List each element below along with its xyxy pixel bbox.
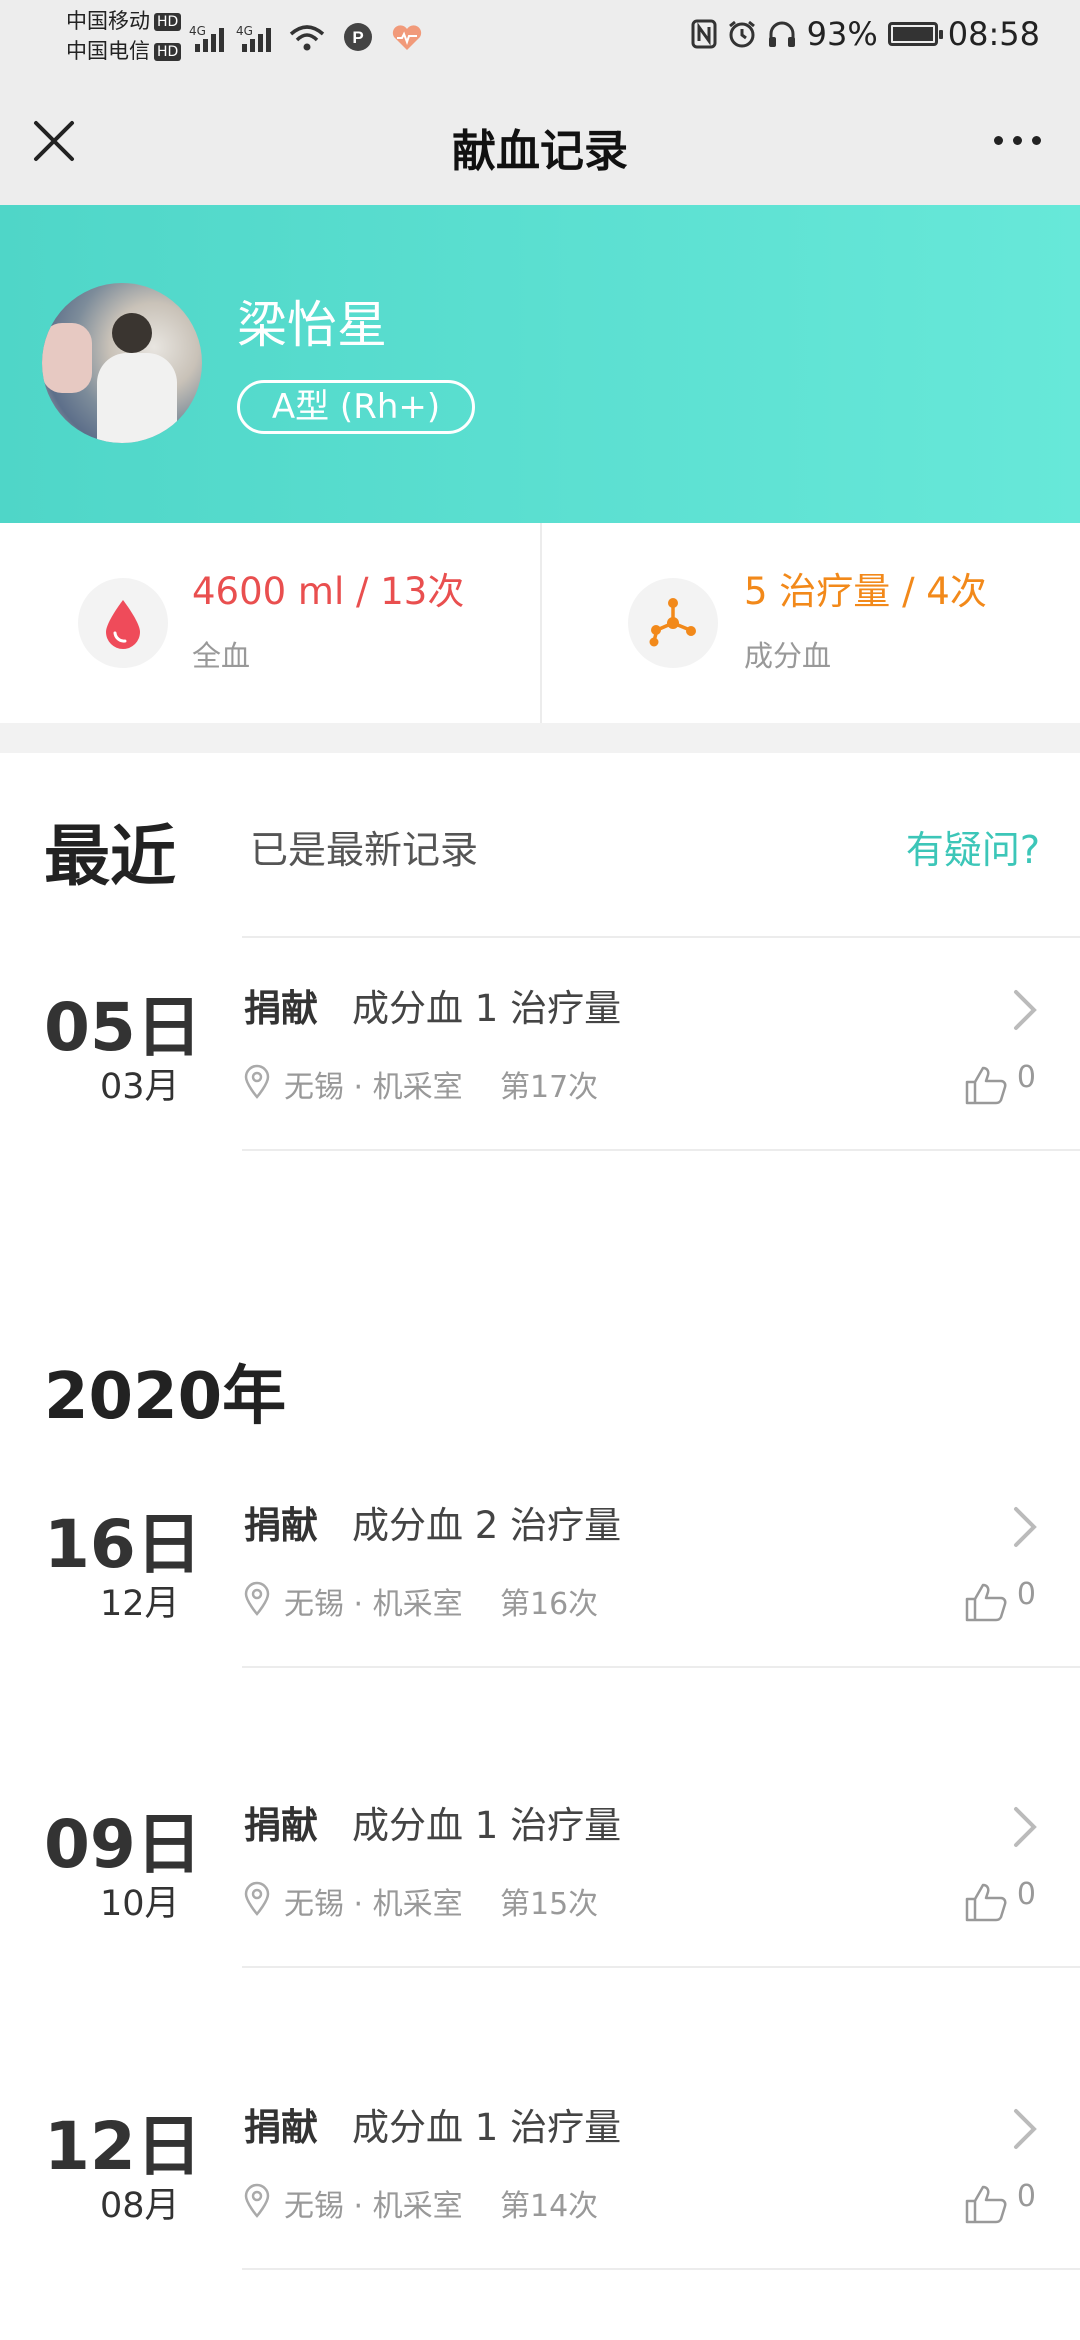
record-description: 成分血 1 治疗量	[352, 987, 622, 1030]
record-action: 捐献	[244, 987, 318, 1030]
svg-text:P: P	[352, 28, 363, 47]
carrier-2: 中国电信	[66, 39, 150, 63]
component-blood-label: 成分血	[744, 639, 832, 673]
like-count: 0	[1016, 1060, 1036, 1095]
heart-rate-icon	[392, 25, 422, 50]
thumbs-up-icon[interactable]	[964, 1581, 1008, 1623]
record-location: 无锡 · 机采室	[284, 1887, 463, 1922]
donation-record[interactable]: 09日 10月 捐献 成分血 1 治疗量 无锡 · 机采室 第15次 0	[0, 1753, 1080, 1968]
thumbs-up-icon[interactable]	[964, 1064, 1008, 1106]
carrier-1: 中国移动	[66, 9, 150, 33]
hd-badge: HD	[154, 43, 182, 61]
recent-header: 最近 已是最新记录 有疑问?	[0, 753, 1080, 933]
record-day: 12日	[44, 2108, 202, 2185]
location-pin-icon	[244, 1581, 270, 1616]
component-blood-value: 5 治疗量 / 4次	[744, 570, 987, 613]
record-day: 05日	[44, 989, 202, 1066]
recent-subtitle: 已是最新记录	[250, 828, 479, 872]
component-blood-stat[interactable]: 5 治疗量 / 4次 成分血	[540, 523, 1080, 723]
record-count: 第16次	[500, 1587, 599, 1622]
record-location: 无锡 · 机采室	[284, 1070, 463, 1105]
record-count: 第17次	[500, 1070, 599, 1105]
record-month: 03月	[100, 1067, 180, 1107]
chevron-right-icon	[1014, 990, 1037, 1030]
location-pin-icon	[244, 2183, 270, 2218]
record-month: 08月	[100, 2186, 180, 2226]
blood-drop-icon	[78, 578, 168, 668]
battery-icon	[887, 22, 943, 46]
section-divider	[0, 723, 1080, 753]
record-description: 成分血 1 治疗量	[352, 1804, 622, 1847]
record-day: 16日	[44, 1506, 202, 1583]
donation-record[interactable]: 16日 12月 捐献 成分血 2 治疗量 无锡 · 机采室 第16次 0	[0, 1453, 1080, 1668]
record-count: 第15次	[500, 1887, 599, 1922]
donation-stats: 4600 ml / 13次 全血 5 治疗量 / 4次 成分血	[0, 523, 1080, 724]
parking-icon: P	[344, 23, 372, 51]
like-count: 0	[1016, 1577, 1036, 1612]
chevron-right-icon	[1014, 1507, 1037, 1547]
alarm-icon	[728, 20, 755, 48]
headphones-icon	[768, 21, 795, 47]
record-count: 第14次	[500, 2189, 599, 2224]
avatar[interactable]	[42, 283, 202, 443]
location-pin-icon	[244, 1881, 270, 1916]
record-month: 10月	[100, 1884, 180, 1924]
battery-percent: 93%	[806, 15, 878, 53]
hd-badge: HD	[154, 13, 182, 31]
record-action: 捐献	[244, 1504, 318, 1547]
donation-record[interactable]: 05日 03月 捐献 成分血 1 治疗量 无锡 · 机采室 第17次 0	[0, 936, 1080, 1151]
molecule-icon	[628, 578, 718, 668]
record-location: 无锡 · 机采室	[284, 1587, 463, 1622]
more-dot-icon	[1012, 135, 1022, 145]
signal-icon: 4G	[236, 24, 271, 52]
status-bar: 中国移动 HD 中国电信 HD 4G 4G P 93% 08:58	[0, 0, 1080, 75]
whole-blood-value: 4600 ml / 13次	[192, 570, 465, 613]
network-type: 4G	[236, 24, 253, 38]
question-link[interactable]: 有疑问?	[906, 819, 1040, 874]
more-dot-icon	[1031, 135, 1041, 145]
profile-header: 梁怡星 A型 (Rh+)	[0, 205, 1080, 523]
like-count: 0	[1016, 2179, 1036, 2214]
whole-blood-stat[interactable]: 4600 ml / 13次 全血	[0, 523, 539, 723]
user-name: 梁怡星	[237, 296, 387, 354]
signal-icon: 4G	[189, 24, 224, 52]
like-count: 0	[1016, 1877, 1036, 1912]
location-pin-icon	[244, 1064, 270, 1099]
chevron-right-icon	[1014, 2109, 1037, 2149]
thumbs-up-icon[interactable]	[964, 1881, 1008, 1923]
wifi-icon	[289, 25, 325, 51]
more-dot-icon	[993, 135, 1003, 145]
record-location: 无锡 · 机采室	[284, 2189, 463, 2224]
year-header: 2020年	[44, 1360, 287, 1434]
record-action: 捐献	[244, 1804, 318, 1847]
record-day: 09日	[44, 1806, 202, 1883]
carrier-info: 中国移动 HD 中国电信 HD	[66, 6, 182, 66]
page-title: 献血记录	[452, 126, 628, 177]
recent-title: 最近	[44, 818, 176, 895]
record-description: 成分血 2 治疗量	[352, 1504, 622, 1547]
record-month: 12月	[100, 1584, 180, 1624]
whole-blood-label: 全血	[192, 639, 251, 673]
record-description: 成分血 1 治疗量	[352, 2106, 622, 2149]
network-type: 4G	[189, 24, 206, 38]
donation-record[interactable]: 12日 08月 捐献 成分血 1 治疗量 无锡 · 机采室 第14次 0	[0, 2055, 1080, 2270]
system-status: 93% 08:58	[691, 15, 1040, 53]
chevron-right-icon	[1014, 1807, 1037, 1847]
clock: 08:58	[947, 15, 1040, 53]
nfc-icon	[691, 19, 717, 49]
thumbs-up-icon[interactable]	[964, 2183, 1008, 2225]
nav-bar: 献血记录	[0, 75, 1080, 205]
record-action: 捐献	[244, 2106, 318, 2149]
signal-icons: 4G 4G P	[189, 18, 423, 52]
blood-type-badge: A型 (Rh+)	[237, 380, 475, 434]
more-button[interactable]	[982, 120, 1052, 160]
